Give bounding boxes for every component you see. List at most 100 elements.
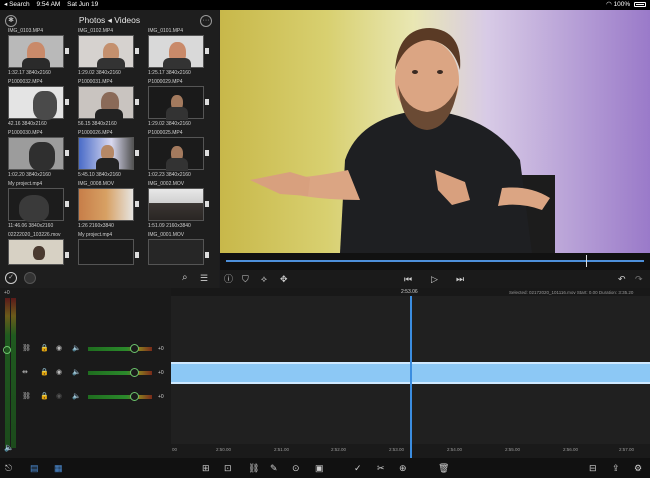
media-item-meta: 1:51.09 2160x3840: [148, 223, 191, 229]
add-title-icon[interactable]: ⊡: [224, 461, 232, 475]
lock-icon[interactable]: 🔒: [40, 366, 49, 380]
media-item-name: 02222020_103226.mov: [8, 232, 61, 238]
effects-icon[interactable]: ▣: [315, 461, 324, 475]
track-volume-knob[interactable]: [130, 392, 139, 401]
media-thumbnail: [148, 137, 204, 171]
settings-gear-icon[interactable]: ⚙: [634, 461, 642, 475]
status-date: Sat Jun 19: [67, 1, 99, 8]
track-volume-knob[interactable]: [130, 368, 139, 377]
ruler-tick: 00: [172, 447, 178, 452]
selection-info: Selected: 02172020_101116.mov Start: 0.0…: [509, 290, 634, 295]
next-frame-icon[interactable]: ⏭: [456, 270, 464, 288]
media-item-name: IMG_0002.MOV: [148, 181, 185, 187]
pencil-icon[interactable]: ✎: [270, 461, 278, 475]
audio-icon[interactable]: 🔈: [72, 366, 81, 380]
media-thumbnail: [8, 239, 64, 265]
visibility-icon[interactable]: ◉: [56, 342, 62, 356]
media-item[interactable]: P1000032.MP4 42.16 3840x2160: [6, 79, 74, 129]
media-item[interactable]: IMG_0103.MP4 1:32.17 3840x2160: [6, 28, 74, 78]
wifi-icon: ◠: [606, 1, 612, 8]
share-icon[interactable]: ⇪: [612, 461, 620, 475]
media-item-meta: 42.16 3840x2160: [8, 121, 47, 127]
transform-icon[interactable]: ✥: [280, 270, 288, 288]
timeline-view-icon[interactable]: ▤: [30, 461, 39, 475]
media-item[interactable]: IMG_0102.MP4 1:29.02 3840x2160: [76, 28, 144, 78]
status-time: 9:54 AM: [36, 1, 61, 8]
sort-icon[interactable]: ☰: [200, 269, 208, 287]
play-icon[interactable]: ▷: [431, 270, 438, 288]
keyframe-icon[interactable]: ⟡: [261, 270, 267, 288]
media-item-name: P1000031.MP4: [78, 79, 113, 85]
export-icon[interactable]: ⎋: [5, 461, 12, 475]
scrubber-handle[interactable]: [586, 255, 587, 267]
undo-icon[interactable]: ↶: [618, 270, 626, 288]
record-icon[interactable]: [24, 272, 36, 284]
redo-icon[interactable]: ↷: [635, 270, 643, 288]
link-clip-icon[interactable]: ⛓: [248, 461, 259, 475]
media-item-name: IMG_0001.MOV: [148, 232, 185, 238]
audio-icon[interactable]: 🔈: [72, 390, 81, 404]
media-item[interactable]: P1000031.MP4 56.15 3840x2160: [76, 79, 144, 129]
visibility-icon[interactable]: ◉: [56, 390, 62, 404]
speaker-icon[interactable]: 🔈: [4, 443, 14, 452]
add-icon[interactable]: ⊕: [399, 461, 407, 475]
checkmark-icon[interactable]: ✓: [5, 272, 17, 284]
split-scissors-icon[interactable]: ✂: [377, 461, 385, 475]
link-icon[interactable]: ⛓: [22, 342, 31, 356]
select-marker-icon: [205, 201, 209, 207]
master-volume-meter-right[interactable]: [11, 298, 16, 448]
media-item-name: IMG_0008.MOV: [78, 181, 115, 187]
video-frame: [250, 28, 555, 253]
media-item-name: P1000029.MP4: [148, 79, 183, 85]
select-marker-icon: [205, 150, 209, 156]
media-item[interactable]: P1000025.MP4 1:02.23 3840x2160: [146, 130, 214, 180]
master-volume-meter[interactable]: [5, 298, 10, 448]
marker-icon[interactable]: ⛉: [242, 270, 249, 288]
previous-frame-icon[interactable]: ⏮: [404, 270, 412, 288]
link-icon[interactable]: ⛓: [22, 390, 31, 404]
lock-icon[interactable]: 🔒: [40, 390, 49, 404]
lock-icon[interactable]: 🔒: [40, 342, 49, 356]
track-volume-meter[interactable]: [88, 395, 152, 399]
media-item[interactable]: P1000030.MP4 1:02.20 3840x2160: [6, 130, 74, 180]
track-db-label: +0: [158, 394, 164, 400]
snapshot-icon[interactable]: ⊙: [292, 461, 300, 475]
audio-icon[interactable]: 🔈: [72, 342, 81, 356]
playhead[interactable]: [410, 296, 412, 458]
info-icon[interactable]: ⓘ: [224, 270, 233, 288]
select-clip-icon[interactable]: ✓: [354, 461, 362, 475]
media-item[interactable]: IMG_0101.MP4 1:25.17 3840x2160: [146, 28, 214, 78]
media-item[interactable]: IMG_0008.MOV 1:26 2160x3840: [76, 181, 144, 231]
media-item-name: P1000026.MP4: [78, 130, 113, 136]
master-db-label: +0: [4, 290, 10, 296]
track-volume-meter[interactable]: [88, 371, 152, 375]
ruler-tick: 2:56.00: [563, 447, 579, 452]
select-marker-icon: [65, 150, 69, 156]
track-volume-meter[interactable]: [88, 347, 152, 351]
select-marker-icon: [65, 48, 69, 54]
media-item[interactable]: My project.mp4 11:46.06 3840x2160: [6, 181, 74, 231]
select-marker-icon: [65, 201, 69, 207]
add-media-icon[interactable]: ⊞: [202, 461, 210, 475]
track-list-icon[interactable]: ▦: [54, 461, 63, 475]
back-to-search[interactable]: ◂ Search: [4, 1, 30, 8]
video-viewer[interactable]: [220, 10, 650, 253]
media-thumbnail: [78, 188, 134, 221]
search-icon[interactable]: ⌕: [182, 269, 188, 287]
media-item[interactable]: IMG_0002.MOV 1:51.09 2160x3840: [146, 181, 214, 231]
unlink-icon[interactable]: ⇹: [22, 366, 28, 380]
scrubber-track[interactable]: [226, 260, 644, 262]
more-icon[interactable]: ···: [200, 15, 212, 27]
media-item-meta: 1:02.23 3840x2160: [148, 172, 191, 178]
delete-icon[interactable]: 🗑: [438, 461, 449, 475]
viewer-scrubber[interactable]: [220, 253, 650, 270]
browser-title[interactable]: Photos ◂ Videos: [0, 15, 219, 26]
media-thumbnail: [78, 35, 134, 69]
track-volume-knob[interactable]: [130, 344, 139, 353]
layout-icon[interactable]: ⊟: [589, 461, 597, 475]
visibility-icon[interactable]: ◉: [56, 366, 62, 380]
master-volume-knob[interactable]: [3, 346, 11, 354]
media-item[interactable]: P1000026.MP4 5:45.10 3840x2160: [76, 130, 144, 180]
media-item[interactable]: P1000029.MP4 1:29.02 3840x2160: [146, 79, 214, 129]
media-item-meta: 1:29.02 3840x2160: [148, 121, 191, 127]
